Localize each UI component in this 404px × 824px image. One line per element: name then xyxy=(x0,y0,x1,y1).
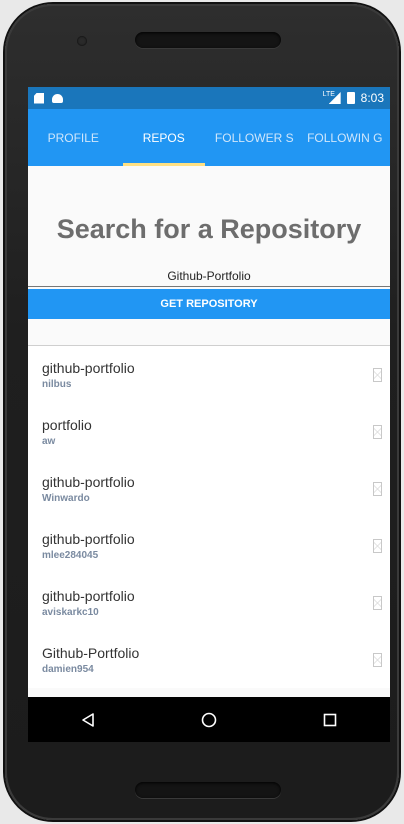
missing-image-icon xyxy=(373,482,382,496)
navigation-bar xyxy=(28,697,390,742)
repo-owner: Winwardo xyxy=(42,493,90,504)
tab-repos[interactable]: REPOS xyxy=(119,109,210,166)
top-speaker xyxy=(135,32,281,48)
battery-icon xyxy=(346,92,355,104)
status-right: LTE 8:03 xyxy=(323,91,384,105)
screen: LTE 8:03 PROFILE REPOS FOLLOWER S FOLLOW… xyxy=(28,87,390,742)
tab-followers[interactable]: FOLLOWER S xyxy=(209,109,300,166)
home-button[interactable] xyxy=(189,700,229,740)
repo-owner: aw xyxy=(42,436,56,447)
repo-name: Github-Portfolio xyxy=(42,645,140,661)
signal-icon: LTE xyxy=(322,91,341,104)
missing-image-icon xyxy=(373,425,382,439)
tab-label: FOLLOWER S xyxy=(214,130,294,145)
tab-profile[interactable]: PROFILE xyxy=(28,109,119,166)
recents-square-icon xyxy=(323,713,336,726)
tab-following[interactable]: FOLLOWIN G xyxy=(300,109,391,166)
missing-image-icon xyxy=(373,539,382,553)
list-item[interactable]: github-portfolio aviskarkc10 xyxy=(28,574,390,631)
bottom-speaker xyxy=(135,782,281,798)
repo-name: github-portfolio xyxy=(42,588,135,604)
status-bar: LTE 8:03 xyxy=(28,87,390,109)
network-type: LTE xyxy=(322,91,335,98)
repo-owner: damien954 xyxy=(42,664,94,675)
repo-name: github-portfolio xyxy=(42,531,135,547)
missing-image-icon xyxy=(373,596,382,610)
recents-button[interactable] xyxy=(310,700,350,740)
missing-image-icon xyxy=(373,368,382,382)
repo-list: github-portfolio nilbus portfolio aw git… xyxy=(28,346,390,688)
repo-name: github-portfolio xyxy=(42,360,135,376)
phone-frame: LTE 8:03 PROFILE REPOS FOLLOWER S FOLLOW… xyxy=(5,4,399,820)
tab-bar: PROFILE REPOS FOLLOWER S FOLLOWIN G xyxy=(28,109,390,166)
sd-card-icon xyxy=(34,92,44,104)
page-title: Search for a Repository xyxy=(56,214,362,244)
back-button[interactable] xyxy=(68,700,108,740)
front-camera xyxy=(77,36,87,46)
repo-owner: nilbus xyxy=(42,379,72,390)
clock: 8:03 xyxy=(360,91,384,105)
search-input[interactable] xyxy=(28,263,390,287)
search-section: Search for a Repository GET REPOSITORY xyxy=(28,166,390,319)
repo-name: github-portfolio xyxy=(42,474,135,490)
get-repository-button[interactable]: GET REPOSITORY xyxy=(28,289,390,319)
list-item[interactable]: portfolio aw xyxy=(28,403,390,460)
repo-owner: mlee284045 xyxy=(42,550,99,561)
tab-label: FOLLOWIN G xyxy=(307,130,383,145)
search-wrap xyxy=(28,263,390,287)
tab-label: PROFILE xyxy=(47,130,99,145)
list-item[interactable]: Github-Portfolio damien954 xyxy=(28,631,390,688)
tab-label: REPOS xyxy=(142,130,185,145)
android-debug-icon xyxy=(52,93,63,103)
home-circle-icon xyxy=(201,712,217,727)
repo-owner: aviskarkc10 xyxy=(42,607,99,618)
list-item[interactable]: github-portfolio nilbus xyxy=(28,346,390,403)
back-triangle-icon xyxy=(82,712,95,727)
repo-name: portfolio xyxy=(42,417,92,433)
list-item[interactable]: github-portfolio mlee284045 xyxy=(28,517,390,574)
missing-image-icon xyxy=(373,653,382,667)
list-item[interactable]: github-portfolio Winwardo xyxy=(28,460,390,517)
status-left xyxy=(34,92,63,104)
